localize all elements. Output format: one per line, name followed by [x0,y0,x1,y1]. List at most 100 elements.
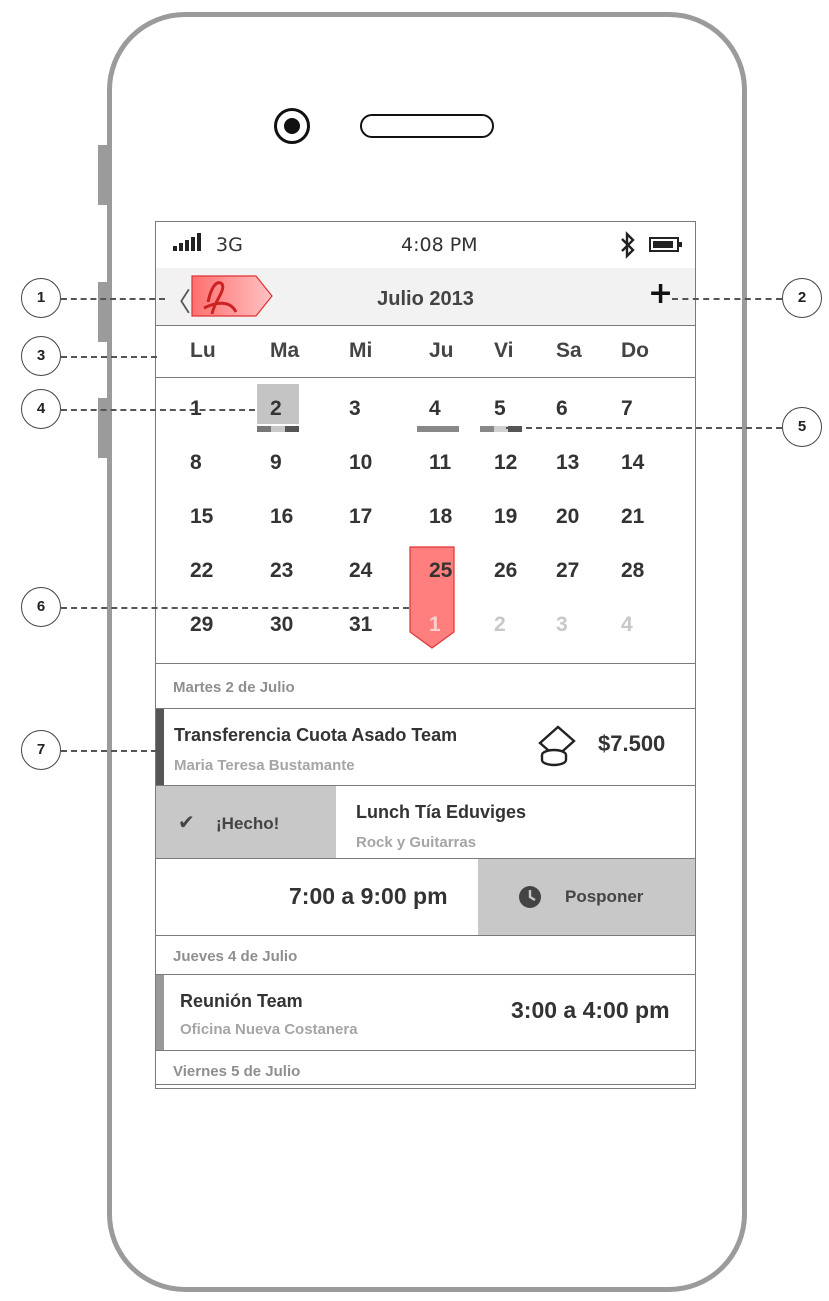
callout-5: 5 [782,407,822,447]
calendar-day[interactable]: 23 [270,559,293,583]
calendar-day[interactable]: 30 [270,613,293,637]
event-amount: $7.500 [598,731,666,756]
battery-icon [649,237,682,252]
event-indicator [417,426,459,432]
agenda-event-lunch[interactable]: Lunch Tía Eduviges Rock y Guitarras [336,786,695,858]
calendar-day[interactable]: 6 [556,397,568,421]
postpone-button[interactable]: Posponer [478,859,695,935]
volume-down-button [98,398,107,458]
calendar-day[interactable]: 20 [556,505,579,529]
status-time: 4:08 PM [401,234,478,256]
date-section-label: Viernes 5 de Julio [173,1063,301,1080]
calendar-day[interactable]: 7 [621,397,633,421]
callout-7: 7 [21,730,61,770]
calendar-day[interactable]: 26 [494,559,517,583]
signal-bar-1 [173,246,177,251]
calendar-day[interactable]: 22 [190,559,213,583]
signal-bar-4 [191,237,195,251]
event-subtitle: Maria Teresa Bustamante [174,757,355,774]
callout-line [506,427,782,429]
event-indicator [257,426,271,432]
weekday-label: Vi [494,339,514,362]
volume-up-button [98,282,107,342]
calendar-day[interactable]: 28 [621,559,644,583]
weekday-label: Do [621,339,649,362]
calendar-day[interactable]: 4 [429,397,441,421]
event-accent-bar [156,975,164,1050]
plus-icon[interactable]: + [648,276,673,311]
event-time-row: 7:00 a 9:00 pm [156,859,478,935]
date-section-label: Jueves 4 de Julio [173,948,298,965]
calendar-day[interactable]: 15 [190,505,213,529]
weekday-label: Mi [349,339,373,362]
network-type: 3G [216,234,243,256]
calendar-day[interactable]: 4 [621,613,633,637]
signal-bar-5 [197,233,201,251]
calendar-day[interactable]: 19 [494,505,517,529]
calendar-day[interactable]: 27 [556,559,579,583]
calendar-day[interactable]: 18 [429,505,452,529]
calendar-day[interactable]: 13 [556,451,579,475]
event-title: Transferencia Cuota Asado Team [174,725,458,745]
weekday-header: Lu Ma Mi Ju Vi Sa Do [156,325,695,377]
calendar-day[interactable]: 11 [429,451,451,475]
check-icon: ✔ [178,810,195,834]
calendar-day[interactable]: 1 [429,613,441,637]
calendar-day[interactable]: 3 [556,613,568,637]
callout-3: 3 [21,336,61,376]
event-indicator [480,426,494,432]
date-section-header: Jueves 4 de Julio [156,936,695,974]
calendar-day[interactable]: 25 [429,559,452,583]
event-title: Reunión Team [180,991,303,1011]
callout-line [672,298,782,300]
calendar-day[interactable]: 12 [494,451,517,475]
calendar-day[interactable]: 2 [494,613,506,637]
calendar-day[interactable]: 3 [349,397,361,421]
month-title: Julio 2013 [377,288,474,310]
navigation-bar: 〈 Julio 2013 + [156,268,695,325]
calendar-day[interactable]: 9 [270,451,282,475]
speaker-grille [360,114,494,138]
calendar-day[interactable]: 5 [494,397,506,421]
callout-line [61,750,157,752]
status-bar: 3G 4:08 PM [156,222,695,268]
weekday-label: Ju [429,339,454,362]
calendar-day[interactable]: 2 [270,397,282,421]
calendar-day[interactable]: 31 [349,613,372,637]
money-icon [538,725,576,767]
agenda-event-meeting[interactable]: Reunión Team Oficina Nueva Costanera 3:0… [156,975,695,1050]
agenda-event-transfer[interactable]: Transferencia Cuota Asado Team Maria Ter… [156,709,695,785]
calendar-day[interactable]: 29 [190,613,213,637]
calendar-day[interactable]: 10 [349,451,372,475]
calendar-day[interactable]: 17 [349,505,372,529]
event-subtitle: Rock y Guitarras [356,834,477,851]
weekday-label: Lu [190,339,216,362]
done-button[interactable]: ✔ ¡Hecho! [156,786,336,858]
calendar-day[interactable]: 24 [349,559,372,583]
divider [156,1084,695,1085]
event-indicator [271,426,285,432]
signal-bar-2 [179,243,183,251]
signal-bar-3 [185,240,189,251]
camera-icon [274,108,310,144]
done-button-label: ¡Hecho! [216,814,280,833]
callout-4: 4 [21,389,61,429]
calendar-day[interactable]: 16 [270,505,293,529]
clock-icon [519,886,541,908]
calendar-day[interactable]: 21 [621,505,644,529]
weekday-label: Sa [556,339,582,362]
divider [156,377,695,378]
callout-line [61,607,409,609]
event-accent-bar [156,709,164,785]
event-time: 7:00 a 9:00 pm [289,883,448,909]
calendar-day[interactable]: 8 [190,451,202,475]
event-subtitle: Oficina Nueva Costanera [180,1021,358,1038]
date-section-label: Martes 2 de Julio [173,679,295,696]
mute-switch [98,145,107,205]
event-indicator [285,426,299,432]
calendar-day[interactable]: 14 [621,451,644,475]
bluetooth-icon [621,231,635,259]
postpone-label: Posponer [565,887,644,906]
date-section-header: Martes 2 de Julio [156,664,695,708]
app-screen: 3G 4:08 PM 〈 Julio 2013 + Lu Ma Mi Ju Vi… [155,221,696,1089]
